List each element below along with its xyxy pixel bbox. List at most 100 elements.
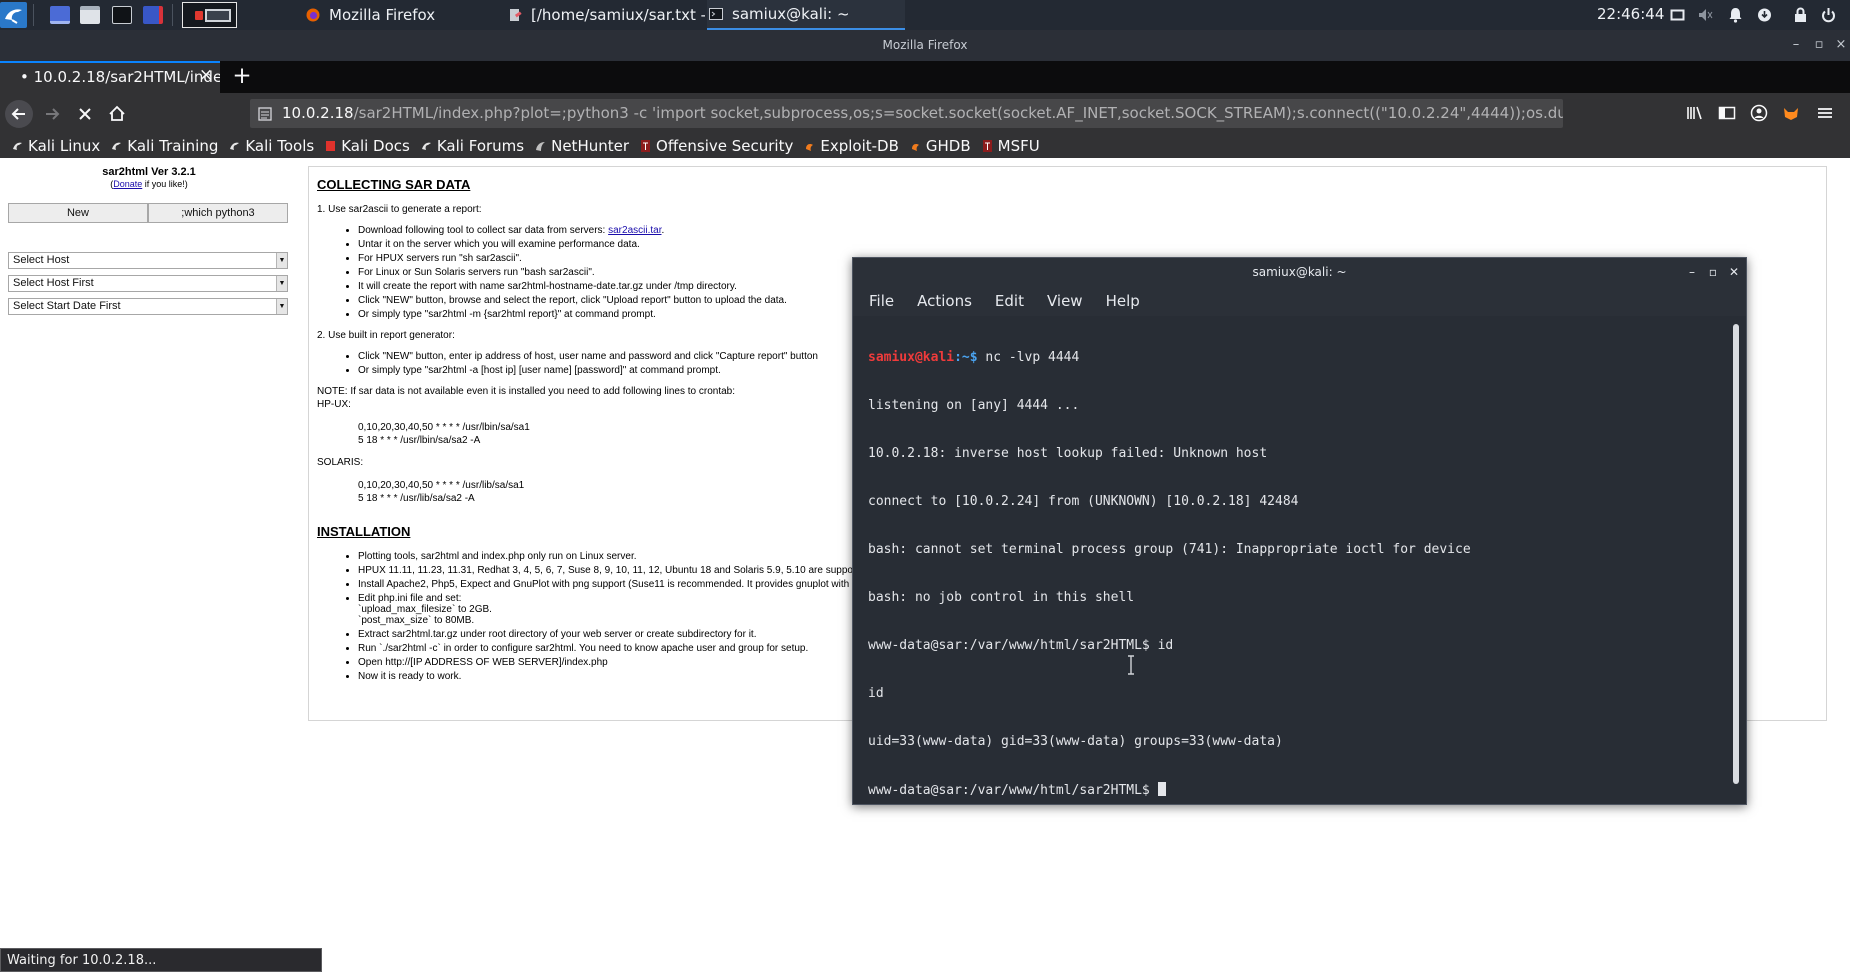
nethunter-icon [536, 141, 546, 151]
new-tab-icon[interactable]: + [230, 64, 254, 88]
terminal-line: uid=33(www-data) gid=33(www-data) groups… [868, 734, 1283, 749]
bookmark-ghdb[interactable]: GHDB [910, 137, 971, 155]
menu-help[interactable]: Help [1106, 292, 1140, 310]
exploitdb-icon [806, 143, 814, 151]
display-icon[interactable] [1670, 7, 1685, 23]
kali-docs-icon [326, 140, 336, 151]
back-button[interactable] [5, 100, 33, 128]
kali-dragon-icon [421, 142, 431, 150]
clock[interactable]: 22:46:44 [1597, 5, 1664, 23]
terminal-titlebar[interactable]: samiux@kali: ~ [853, 258, 1746, 286]
bookmark-label: Kali Tools [245, 136, 315, 155]
bookmark-kali-docs[interactable]: Kali Docs [325, 137, 410, 155]
menu-edit[interactable]: Edit [995, 292, 1024, 310]
maximize-icon[interactable]: ▫ [1812, 38, 1826, 52]
terminal-scrollbar[interactable] [1733, 324, 1739, 784]
tab-strip: • 10.0.2.18/sar2HTML/inde [0, 61, 1850, 93]
app-version-title: sar2html Ver 3.2.1 [102, 166, 196, 178]
command-injection-button[interactable]: ;which python3 [148, 203, 288, 223]
network-icon[interactable] [1757, 7, 1772, 23]
terminal-line: www-data@sar:/var/www/html/sar2HTML$ id [868, 638, 1174, 653]
bookmark-kali-linux[interactable]: Kali Linux [12, 137, 100, 155]
terminal-minimize-icon[interactable]: – [1685, 265, 1699, 279]
site-info-icon[interactable] [258, 107, 272, 121]
account-icon[interactable] [1749, 103, 1769, 123]
sar2ascii-download-link[interactable]: sar2ascii.tar [608, 225, 661, 236]
select-host-dropdown[interactable]: Select Host ▼ [8, 252, 288, 269]
terminal-maximize-icon[interactable]: ▫ [1706, 265, 1720, 279]
select-host-value: Select Host [13, 254, 70, 266]
download-text: Download following tool to collect sar d… [358, 225, 609, 236]
text-editor-icon [510, 9, 522, 21]
download-suffix: . [661, 225, 665, 236]
select-host-first-value: Select Host First [13, 277, 94, 289]
notifications-bell-icon[interactable] [1728, 7, 1743, 23]
browser-tab[interactable]: • 10.0.2.18/sar2HTML/inde [0, 61, 220, 93]
taskbar-task-firefox[interactable]: Mozilla Firefox [298, 0, 494, 30]
collecting-sar-data-heading: COLLECTING SAR DATA [317, 177, 471, 192]
sidebar-toggle-icon[interactable] [1717, 103, 1737, 123]
url-bar[interactable]: 10.0.2.18/sar2HTML/index.php?plot=;pytho… [250, 99, 1563, 128]
bookmark-msfu[interactable]: MSFU [982, 137, 1040, 155]
offsec-icon [641, 139, 651, 152]
terminal-line: samiux@kali:~$ nc -lvp 4444 [868, 350, 1713, 366]
select-start-date-dropdown[interactable]: Select Start Date First ▼ [8, 298, 288, 315]
command-text: nc -lvp 4444 [977, 350, 1080, 365]
close-icon[interactable]: × [1834, 38, 1848, 52]
hamburger-menu-icon[interactable] [1815, 103, 1835, 123]
tab-close-icon[interactable]: × [197, 65, 215, 85]
bookmark-label: GHDB [925, 136, 971, 155]
mouse-ibeam-cursor-icon [1128, 655, 1134, 675]
bookmark-kali-training[interactable]: Kali Training [111, 137, 218, 155]
menu-view[interactable]: View [1047, 292, 1083, 310]
workspace-switcher[interactable] [182, 2, 237, 28]
select-host-first-dropdown[interactable]: Select Host First ▼ [8, 275, 288, 292]
terminal-icon [709, 8, 723, 20]
select-start-date-value: Select Start Date First [13, 300, 121, 312]
taskbar-separator [172, 4, 173, 26]
new-button[interactable]: New [8, 203, 148, 223]
terminal-close-icon[interactable]: ✕ [1727, 265, 1741, 279]
donate-link[interactable]: Donate [113, 179, 142, 189]
terminal-title: samiux@kali: ~ [1252, 265, 1347, 279]
bookmark-kali-forums[interactable]: Kali Forums [421, 137, 524, 155]
menu-file[interactable]: File [869, 292, 894, 310]
bookmark-offensive-security[interactable]: Offensive Security [640, 137, 793, 155]
kali-dragon-icon [13, 142, 22, 150]
minimize-icon[interactable]: – [1789, 38, 1803, 52]
bookmark-exploit-db[interactable]: Exploit-DB [804, 137, 899, 155]
back-arrow-icon [11, 108, 25, 120]
terminal-line: connect to [10.0.2.24] from (UNKNOWN) [1… [868, 494, 1299, 509]
taskbar-task-terminal[interactable]: samiux@kali: ~ [707, 0, 905, 30]
kali-menu-icon[interactable] [0, 2, 27, 28]
menu-actions[interactable]: Actions [917, 292, 972, 310]
bookmark-label: MSFU [997, 136, 1040, 155]
library-icon[interactable] [1685, 103, 1705, 123]
workspace-window-preview [205, 9, 231, 22]
terminal-output[interactable]: samiux@kali:~$ nc -lvp 4444 listening on… [868, 318, 1713, 798]
taskbar-task-label: [/home/samiux/sar.txt - ... [531, 6, 705, 24]
show-desktop-icon[interactable] [50, 6, 70, 24]
lock-screen-icon[interactable] [1793, 7, 1808, 23]
file-manager-icon[interactable] [80, 6, 100, 24]
terminal-launcher-icon[interactable] [112, 6, 132, 24]
tab-title: 10.0.2.18/sar2HTML/inde [33, 68, 220, 86]
taskbar-task-mousepad[interactable]: [/home/samiux/sar.txt - ... [500, 0, 705, 30]
stop-button[interactable] [71, 100, 99, 128]
bookmark-nethunter[interactable]: NetHunter [535, 137, 629, 155]
bookmark-kali-tools[interactable]: Kali Tools [229, 137, 314, 155]
window-titlebar[interactable]: Mozilla Firefox [0, 30, 1850, 61]
kali-dragon-icon [230, 142, 240, 150]
terminal-line: id [868, 686, 884, 701]
terminal-window[interactable]: samiux@kali: ~ – ▫ ✕ File Actions Edit V… [852, 257, 1747, 805]
screenshot-launcher-icon[interactable] [143, 6, 163, 24]
bookmark-label: Kali Training [127, 136, 219, 155]
foxyproxy-extension-icon[interactable] [1781, 103, 1801, 123]
list-item: Download following tool to collect sar d… [358, 225, 1818, 236]
volume-muted-icon[interactable] [1698, 7, 1713, 23]
list-item: Untar it on the server which you will ex… [358, 239, 1818, 250]
home-button[interactable] [103, 100, 131, 128]
power-icon[interactable] [1821, 7, 1836, 23]
donate-suffix: if you like!) [142, 179, 188, 189]
forward-button[interactable] [38, 100, 66, 128]
